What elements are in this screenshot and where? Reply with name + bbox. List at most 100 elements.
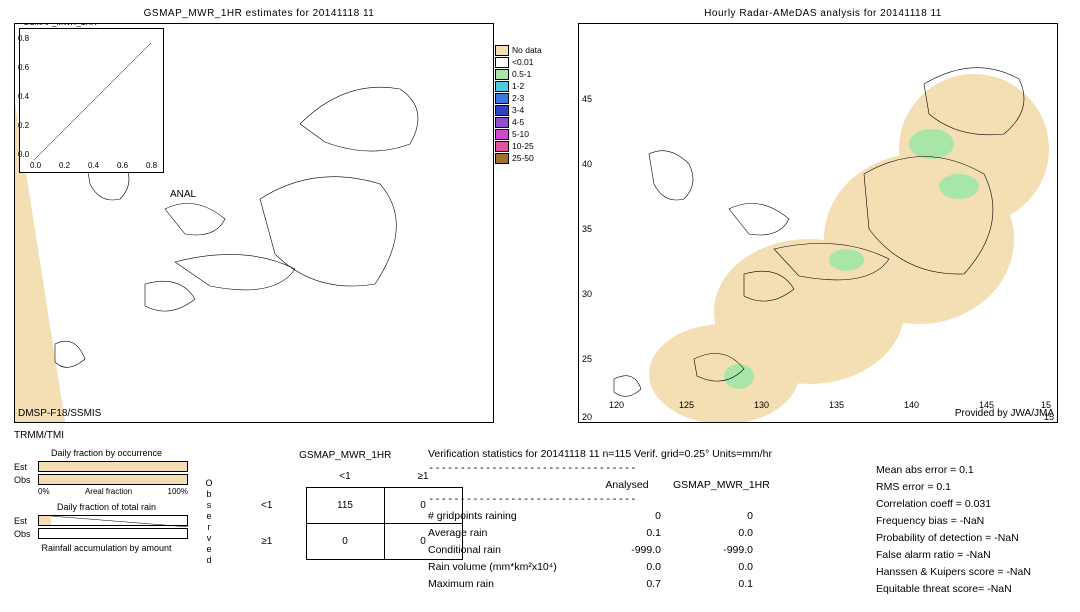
verif-dashes: --------------------------------- <box>428 462 772 474</box>
verif-analysed: 0.7 <box>593 578 673 590</box>
verif-label: Maximum rain <box>428 578 593 590</box>
bar-label-obs2: Obs <box>14 529 38 539</box>
inset-xtick: 0.2 <box>59 161 70 170</box>
score-row: Probability of detection = -NaN <box>876 532 1031 549</box>
verif-analysed: 0 <box>593 510 673 522</box>
lon-tick: 135 <box>829 400 844 410</box>
legend-label: <0.01 <box>512 57 534 67</box>
inset-ytick: 0.4 <box>18 92 29 101</box>
legend-row: 5-10 <box>495 128 555 140</box>
verif-label: # gridpoints raining <box>428 510 593 522</box>
legend-label: 5-10 <box>512 129 529 139</box>
verif-row: Conditional rain-999.0-999.0 <box>428 541 772 558</box>
legend-swatch <box>495 69 509 80</box>
lat-tick: 45 <box>582 94 592 104</box>
verif-analysed: -999.0 <box>593 544 673 556</box>
ctable-cell: 115 <box>306 487 384 523</box>
verif-row: Average rain0.10.0 <box>428 524 772 541</box>
inset-xtick: 0.6 <box>117 161 128 170</box>
left-map-title: GSMAP_MWR_1HR estimates for 20141118 11 <box>14 8 504 19</box>
inset-ytick: 0.2 <box>18 121 29 130</box>
color-legend: No data<0.010.5-11-22-33-44-55-1010-2525… <box>495 44 555 164</box>
legend-row: No data <box>495 44 555 56</box>
ctable-col-lt: <1 <box>306 467 384 487</box>
right-map-title: Hourly Radar-AMeDAS analysis for 2014111… <box>578 8 1068 19</box>
legend-label: 1-2 <box>512 81 524 91</box>
score-row: Equitable threat score= -NaN <box>876 583 1031 600</box>
verif-analysed: 0.0 <box>593 561 673 573</box>
inset-xtick: 0.8 <box>146 161 157 170</box>
bar-label-est: Est <box>14 462 38 472</box>
legend-label: 0.5-1 <box>512 69 531 79</box>
inset-diagonal <box>20 29 165 174</box>
lat-tick: 35 <box>582 224 592 234</box>
verif-estimate: -999.0 <box>673 544 753 556</box>
legend-label: No data <box>512 45 542 55</box>
axis-100: 100% <box>168 487 188 496</box>
inset-ytick: 0.0 <box>18 150 29 159</box>
radar-amedas-map: 45 40 35 30 25 20 120 125 130 135 140 14… <box>578 23 1058 423</box>
daily-fraction-bars: Daily fraction by occurrence Est Obs 0%A… <box>14 448 199 553</box>
verif-label: Rain volume (mm*km²x10⁴) <box>428 561 593 573</box>
trmm-label: TRMM/TMI <box>14 430 64 441</box>
skill-scores: Mean abs error = 0.1RMS error = 0.1Corre… <box>876 464 1031 600</box>
verif-estimate: 0 <box>673 510 753 522</box>
ctable-row-lt: <1 <box>228 487 306 523</box>
legend-label: 3-4 <box>512 105 524 115</box>
observed-vertical-label: Observed <box>204 478 214 566</box>
bars-title-accum: Rainfall accumulation by amount <box>14 543 199 553</box>
legend-row: 10-25 <box>495 140 555 152</box>
legend-swatch <box>495 153 509 164</box>
lat-tick: 40 <box>582 159 592 169</box>
lon-tick: 120 <box>609 400 624 410</box>
verif-label: Conditional rain <box>428 544 593 556</box>
lon-tick: 140 <box>904 400 919 410</box>
score-row: Correlation coeff = 0.031 <box>876 498 1031 515</box>
lat-tick: 30 <box>582 289 592 299</box>
bar-est-occurrence <box>38 461 188 472</box>
verif-estimate: 0.1 <box>673 578 753 590</box>
verif-dashes2: --------------------------------- <box>428 493 772 505</box>
legend-row: <0.01 <box>495 56 555 68</box>
legend-row: 1-2 <box>495 80 555 92</box>
legend-label: 4-5 <box>512 117 524 127</box>
inset-xtick: 0.0 <box>30 161 41 170</box>
verif-col-analysed: Analysed <box>593 479 673 491</box>
lat-tick: 20 <box>582 412 592 422</box>
lon-tick: 130 <box>754 400 769 410</box>
inset-title: GSMAP_MWR_1HR <box>23 23 97 27</box>
verif-header: Verification statistics for 20141118 11 … <box>428 448 772 460</box>
legend-swatch <box>495 141 509 152</box>
inset-ytick: 0.8 <box>18 34 29 43</box>
legend-swatch <box>495 45 509 56</box>
bar-est-total <box>38 515 188 526</box>
legend-swatch <box>495 105 509 116</box>
ctable-cell: 0 <box>306 523 384 559</box>
bar-obs-total <box>38 528 188 539</box>
legend-label: 10-25 <box>512 141 534 151</box>
legend-swatch <box>495 57 509 68</box>
bars-title-occurrence: Daily fraction by occurrence <box>14 448 199 458</box>
score-row: Mean abs error = 0.1 <box>876 464 1031 481</box>
verif-row: Maximum rain0.70.1 <box>428 575 772 592</box>
legend-swatch <box>495 81 509 92</box>
score-row: Hanssen & Kuipers score = -NaN <box>876 566 1031 583</box>
bars-title-totalrain: Daily fraction of total rain <box>14 502 199 512</box>
verif-estimate: 0.0 <box>673 561 753 573</box>
score-row: Frequency bias = -NaN <box>876 515 1031 532</box>
axis-0: 0% <box>38 487 50 496</box>
verif-row: # gridpoints raining00 <box>428 507 772 524</box>
verif-analysed: 0.1 <box>593 527 673 539</box>
scatter-inset: GSMAP_MWR_1HR 0.8 0.6 0.4 0.2 0.0 0.0 0.… <box>19 28 164 173</box>
lon-tick: 125 <box>679 400 694 410</box>
verif-label: Average rain <box>428 527 593 539</box>
anal-label: ANAL <box>170 189 196 200</box>
score-row: False alarm ratio = -NaN <box>876 549 1031 566</box>
legend-row: 25-50 <box>495 152 555 164</box>
legend-row: 4-5 <box>495 116 555 128</box>
bar-obs-occurrence <box>38 474 188 485</box>
verif-estimate: 0.0 <box>673 527 753 539</box>
verification-stats: Verification statistics for 20141118 11 … <box>428 448 772 592</box>
inset-xtick: 0.4 <box>88 161 99 170</box>
legend-row: 0.5-1 <box>495 68 555 80</box>
